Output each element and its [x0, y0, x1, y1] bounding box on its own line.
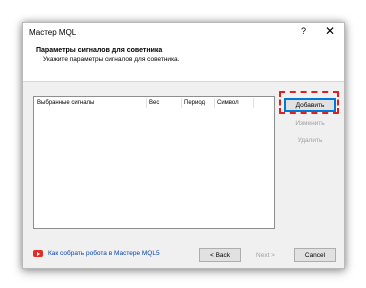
help-button[interactable]: ? — [301, 26, 306, 36]
signals-list[interactable]: Выбранные сигналы Вес Период Символ — [33, 96, 275, 229]
column-header-weight[interactable]: Вес — [149, 100, 159, 106]
close-button[interactable]: ✕ — [325, 24, 335, 38]
next-button[interactable]: Next > — [245, 248, 286, 262]
column-divider[interactable] — [181, 98, 182, 108]
page-subtitle: Укажите параметры сигналов для советника… — [43, 56, 180, 63]
column-header-period[interactable]: Период — [184, 100, 205, 106]
column-divider[interactable] — [253, 98, 254, 108]
edit-signal-button[interactable]: Изменить — [284, 116, 336, 130]
add-signal-button[interactable]: Добавить — [284, 98, 336, 112]
back-button[interactable]: < Back — [199, 248, 241, 262]
column-divider[interactable] — [214, 98, 215, 108]
column-header-symbol[interactable]: Символ — [217, 100, 239, 106]
column-header-signals[interactable]: Выбранные сигналы — [37, 100, 94, 106]
column-divider[interactable] — [146, 98, 147, 108]
help-video-link[interactable]: Как собрать робота в Мастере MQL5 — [48, 250, 160, 257]
signals-list-header: Выбранные сигналы Вес Период Символ — [34, 97, 274, 108]
mql-wizard-dialog: Мастер MQL ? ✕ Параметры сигналов для со… — [22, 22, 345, 269]
delete-signal-button[interactable]: Удалить — [284, 133, 336, 147]
page-title: Параметры сигналов для советника — [36, 47, 163, 54]
window-title: Мастер MQL — [29, 28, 77, 37]
page-header: Параметры сигналов для советника Укажите… — [23, 44, 344, 82]
title-bar: Мастер MQL ? ✕ — [23, 23, 344, 44]
youtube-play-icon[interactable] — [33, 250, 43, 257]
cancel-button[interactable]: Cancel — [294, 248, 336, 262]
